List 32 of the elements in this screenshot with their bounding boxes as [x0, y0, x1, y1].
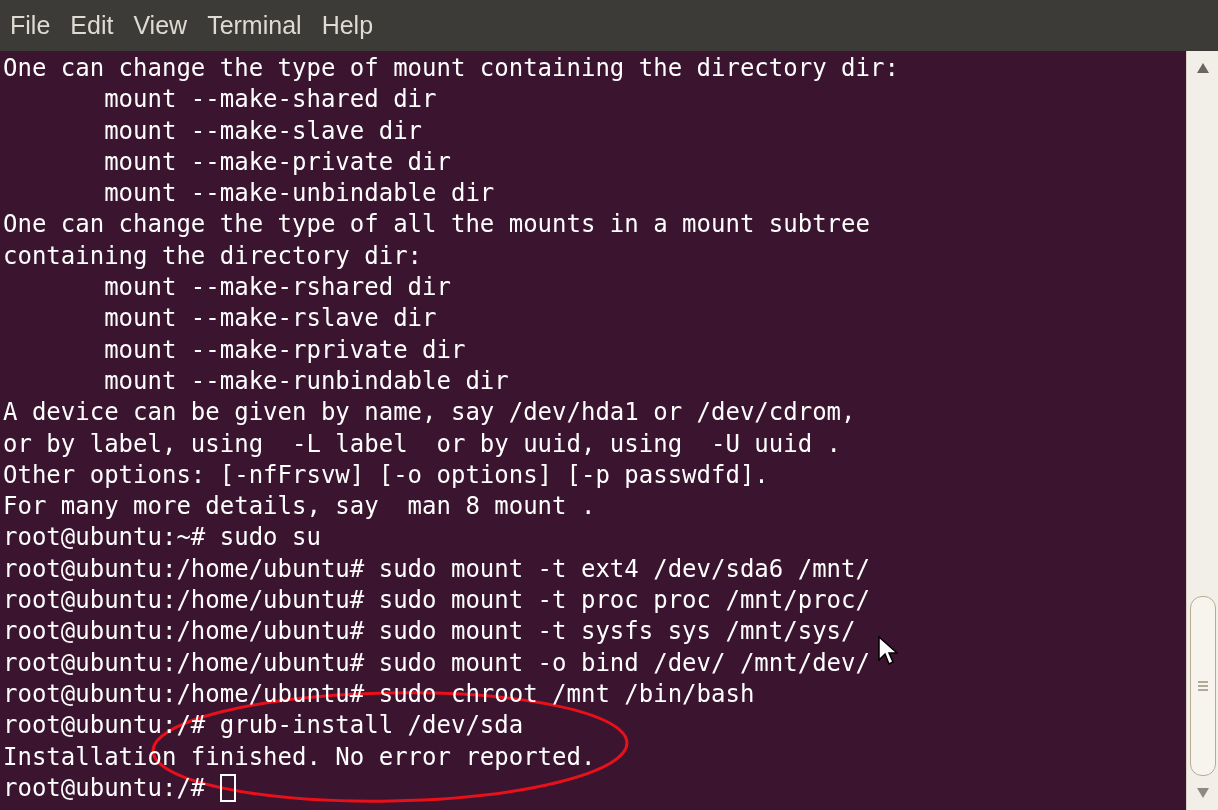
- terminal-line: mount --make-unbindable dir: [103, 178, 495, 210]
- terminal-line: mount --make-slave dir: [103, 115, 423, 147]
- up-arrow-icon[interactable]: [1196, 63, 1209, 73]
- scrollbar-thumb[interactable]: [1189, 596, 1216, 776]
- terminal-line: mount --make-rshared dir: [103, 272, 451, 304]
- terminal-line: root@ubuntu:/home/ubuntu# sudo mount -o bind /dev/ /mnt/dev/: [3, 647, 870, 679]
- terminal-line: root@ubuntu:/home/ubuntu# sudo mount -t sysfs sys /mnt/sys/: [3, 616, 856, 648]
- menu-item[interactable]: File: [10, 6, 51, 45]
- terminal-line: root@ubuntu:/#: [3, 772, 207, 804]
- terminal-line: One can change the type of all the mounts in a mount subtree: [3, 209, 870, 241]
- menu-item[interactable]: Edit: [70, 6, 114, 45]
- menu-item[interactable]: View: [133, 6, 188, 45]
- down-arrow-icon[interactable]: [1196, 788, 1209, 798]
- grip-icon: [1196, 680, 1209, 692]
- scrollbar[interactable]: [1186, 51, 1218, 810]
- terminal-line: mount --make-private dir: [103, 146, 451, 178]
- terminal-line: mount --make-rslave dir: [103, 303, 437, 335]
- mouse-pointer-icon: [878, 636, 898, 666]
- terminal-line: mount --make-shared dir: [103, 84, 437, 116]
- terminal-line: A device can be given by name, say /dev/hda1 or /dev/cdrom,: [3, 397, 856, 429]
- menu-item[interactable]: Terminal: [207, 6, 302, 45]
- terminal-line: root@ubuntu:/home/ubuntu# sudo mount -t ext4 /dev/sda6 /mnt/: [3, 553, 870, 585]
- terminal-line: or by label, using -L label or by uuid, using -U uuid .: [3, 428, 842, 460]
- terminal-line: mount --make-runbindable dir: [103, 365, 509, 397]
- terminal-line: Other options: [-nfFrsvw] [-o options] [-p passwdfd].: [3, 459, 769, 491]
- terminal-line: root@ubuntu:~# sudo su: [3, 522, 321, 554]
- terminal-line: For many more details, say man 8 mount .: [3, 491, 596, 523]
- terminal-line: containing the directory dir:: [3, 240, 423, 272]
- terminal-line: One can change the type of mount containing the directory dir:: [3, 53, 899, 84]
- terminal-line: root@ubuntu:/home/ubuntu# sudo mount -t proc proc /mnt/proc/: [3, 585, 870, 617]
- terminal-line: mount --make-rprivate dir: [103, 334, 466, 366]
- menu-item[interactable]: Help: [321, 6, 374, 45]
